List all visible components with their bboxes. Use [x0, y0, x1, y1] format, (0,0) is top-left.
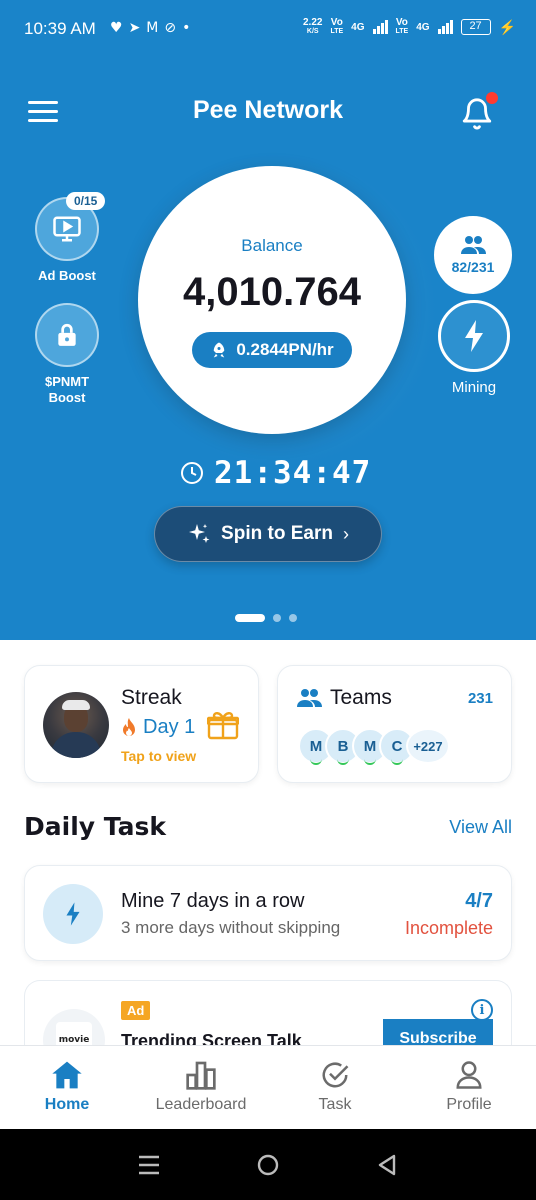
back-triangle-icon [378, 1154, 395, 1175]
balance-circle: Balance 4,010.764 0.2844PN/hr [138, 166, 406, 434]
pnmt-boost-button[interactable] [35, 303, 99, 367]
streak-card[interactable]: Streak Day 1 Tap to view [24, 665, 259, 783]
notification-dot [486, 92, 498, 104]
mining-rate-pill: 0.2844PN/hr [192, 332, 352, 368]
app-title: Pee Network [192, 96, 344, 124]
notification-icons: ♥➤M⊘• [110, 20, 196, 36]
teams-card[interactable]: Teams 231 M B M C +227 [277, 665, 512, 783]
home-system-button[interactable] [248, 1145, 288, 1185]
sparkle-icon [189, 524, 210, 543]
team-count: 82/231 [451, 259, 495, 275]
streak-day: Day 1 [121, 716, 195, 739]
streak-title: Streak [121, 686, 182, 709]
network-type: 4G [351, 21, 365, 33]
volte-icon: Vo LTE [330, 17, 344, 36]
net-speed: 2.22 K/S [303, 17, 323, 36]
mining-rate: 0.2844PN/hr [236, 340, 334, 359]
tap-to-view-link[interactable]: Tap to view [121, 748, 196, 764]
lightning-icon [66, 902, 80, 926]
telegram-icon: ➤ [128, 20, 147, 36]
view-all-link[interactable]: View All [449, 817, 512, 838]
charging-icon: ⚡ [498, 18, 516, 35]
spin-label: Spin to Earn [221, 523, 333, 544]
home-icon [52, 1061, 82, 1089]
balance-label: Balance [241, 236, 303, 255]
nav-leaderboard[interactable]: Leaderboard [134, 1046, 268, 1129]
bar-chart-icon [186, 1061, 216, 1090]
mining-button[interactable] [438, 300, 510, 372]
clock-icon [181, 462, 203, 484]
timer-value: 21:34:47 [214, 455, 372, 491]
volte-icon-2: Vo LTE [395, 17, 409, 36]
team-icon [461, 236, 486, 254]
task-status: Incomplete [404, 918, 493, 938]
team-icon [297, 689, 322, 707]
task-progress: 4/7 [465, 890, 493, 912]
pnmt-boost-label: $PNMT Boost [44, 374, 90, 405]
member-avatars: M B M C +227 [298, 728, 450, 765]
status-right: 2.22 K/S Vo LTE 4G Vo LTE 4G 27 ⚡ [303, 18, 516, 36]
carousel-dot-3[interactable] [289, 614, 297, 622]
lightning-icon [465, 320, 483, 352]
mining-label: Mining [451, 379, 497, 396]
person-icon [456, 1061, 482, 1089]
more-members: +227 [406, 728, 450, 764]
teams-title: Teams [296, 686, 392, 710]
balance-value: 4,010.764 [183, 270, 361, 314]
task-icon-circle [43, 884, 103, 944]
gmail-icon: M [146, 20, 165, 36]
signal-icon [372, 20, 388, 34]
dot-icon: • [182, 20, 197, 36]
battery-icon: 27 [460, 19, 491, 35]
nav-profile-label: Profile [446, 1096, 492, 1113]
nav-task[interactable]: Task [268, 1046, 402, 1129]
ad-boost-badge: 0/15 [66, 192, 106, 210]
lock-icon [58, 323, 76, 346]
status-bar: 10:39 AM ♥➤M⊘• 2.22 K/S Vo LTE 4G Vo LTE… [0, 0, 536, 60]
timer: 21:34:47 [180, 455, 371, 491]
spin-to-earn-button[interactable]: Spin to Earn › [154, 506, 382, 562]
bottom-nav: Home Leaderboard Task Profile [0, 1045, 536, 1129]
teams-count: 231 [467, 690, 493, 707]
circle-icon [257, 1154, 279, 1175]
nav-task-label: Task [318, 1096, 352, 1113]
carousel-dots [235, 614, 297, 622]
ad-boost-label: Ad Boost [38, 268, 96, 283]
avatar [43, 692, 109, 758]
menu-lines-icon [139, 1155, 160, 1174]
nav-leaderboard-label: Leaderboard [155, 1096, 247, 1113]
nav-home[interactable]: Home [0, 1046, 134, 1129]
task-card[interactable]: Mine 7 days in a row 3 more days without… [24, 865, 512, 961]
ad-tag: Ad [121, 1001, 151, 1020]
nav-profile[interactable]: Profile [402, 1046, 536, 1129]
rocket-icon [214, 342, 225, 358]
daily-task-title: Daily Task [24, 812, 166, 841]
flame-icon [123, 717, 135, 736]
carousel-dot-2[interactable] [273, 614, 281, 622]
nav-home-label: Home [44, 1096, 90, 1113]
task-title: Mine 7 days in a row [121, 890, 305, 912]
back-button[interactable] [367, 1145, 407, 1185]
link-icon: ⊘ [164, 20, 183, 36]
carousel-dot-1[interactable] [235, 614, 265, 622]
recent-apps-button[interactable] [129, 1145, 169, 1185]
heart-icon: ♥ [110, 20, 129, 36]
team-count-button[interactable]: 82/231 [434, 216, 512, 294]
network-type-2: 4G [416, 21, 430, 33]
hero-section: 10:39 AM ♥➤M⊘• 2.22 K/S Vo LTE 4G Vo LTE… [0, 0, 536, 640]
gift-icon [207, 712, 239, 740]
info-icon[interactable]: i [471, 999, 493, 1021]
system-nav-bar [0, 1129, 536, 1200]
chevron-right-icon: › [342, 523, 349, 544]
task-subtitle: 3 more days without skipping [121, 918, 341, 937]
tv-play-icon [53, 216, 81, 242]
signal-icon-2 [437, 20, 453, 34]
status-time: 10:39 AM [24, 19, 96, 38]
check-circle-icon [322, 1062, 349, 1088]
